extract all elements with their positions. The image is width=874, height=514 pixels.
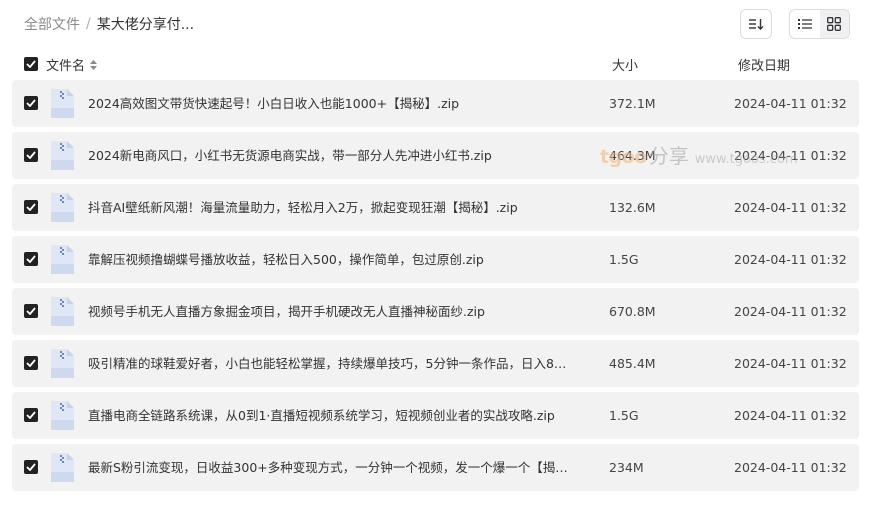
breadcrumb-root-link[interactable]: 全部文件 [24,14,80,34]
file-name[interactable]: 2024新电商风口，小红书无货源电商实战，带一部分人先冲进小红书.zip [88,132,492,179]
file-row[interactable]: 抖音AI壁纸新风潮！海量流量助力，轻松月入2万，掀起变现狂潮【揭秘】.zip 1… [12,184,859,231]
file-modified-date: 2024-04-11 01:32 [734,356,847,371]
file-size: 234M [609,460,644,475]
checkbox-checked-icon [26,203,36,211]
file-row[interactable]: 2024新电商风口，小红书无货源电商实战，带一部分人先冲进小红书.zip 464… [12,132,859,179]
grid-view-icon [827,17,842,31]
row-checkbox[interactable] [24,252,38,266]
file-row[interactable]: 直播电商全链路系统课，从0到1·直播短视频系统学习，短视频创业者的实战攻略.zi… [12,392,859,439]
file-name[interactable]: 视频号手机无人直播方象掘金项目，揭开手机硬改无人直播神秘面纱.zip [88,288,485,335]
column-header-name-label: 文件名 [46,59,86,74]
zip-file-icon [51,89,74,118]
checkbox-checked-icon [26,463,36,471]
breadcrumb-separator: / [86,16,91,32]
breadcrumb-current: 某大佬分享付... [96,17,195,33]
zip-file-icon [51,141,74,170]
row-checkbox[interactable] [24,96,38,110]
view-toggle-group [789,9,850,39]
sort-button[interactable] [740,9,772,39]
file-row[interactable]: 视频号手机无人直播方象掘金项目，揭开手机硬改无人直播神秘面纱.zip 670.8… [12,288,859,335]
list-view-button[interactable] [790,10,820,38]
file-modified-date: 2024-04-11 01:32 [734,96,847,111]
zip-file-icon [51,297,74,326]
row-checkbox[interactable] [24,148,38,162]
file-name[interactable]: 吸引精准的球鞋爱好者，小白也能轻松掌握，持续爆单技巧，5分钟一条作品，日入800… [88,340,568,387]
checkbox-checked-icon [26,411,36,419]
zip-file-icon [51,401,74,430]
file-row[interactable]: 最新S粉引流变现，日收益300+多种变现方式，一分钟一个视频，发一个爆一个【揭秘… [12,444,859,491]
sort-caret-icon [90,59,98,70]
checkbox-checked-icon [26,151,36,159]
row-checkbox[interactable] [24,200,38,214]
file-size: 1.5G [609,408,639,423]
breadcrumb: 全部文件 / 某大佬分享付... [24,15,194,33]
sort-icon [749,19,764,30]
column-header-size[interactable]: 大小 [612,55,638,74]
zip-file-icon [51,349,74,378]
file-modified-date: 2024-04-11 01:32 [734,408,847,423]
file-size: 485.4M [609,356,656,371]
file-size: 372.1M [609,96,656,111]
row-checkbox[interactable] [24,304,38,318]
row-checkbox[interactable] [24,408,38,422]
row-checkbox[interactable] [24,356,38,370]
file-size: 1.5G [609,252,639,267]
file-name[interactable]: 2024高效图文带货快速起号！小白日收入也能1000+【揭秘】.zip [88,80,459,127]
file-list-header: 文件名 大小 修改日期 [24,55,844,74]
file-list: 2024高效图文带货快速起号！小白日收入也能1000+【揭秘】.zip 372.… [12,80,859,496]
file-row[interactable]: 靠解压视频撸蝴蝶号播放收益，轻松日入500，操作简单，包过原创.zip 1.5G… [12,236,859,283]
grid-view-button[interactable] [819,10,849,38]
file-modified-date: 2024-04-11 01:32 [734,304,847,319]
file-modified-date: 2024-04-11 01:32 [734,148,847,163]
file-name[interactable]: 靠解压视频撸蝴蝶号播放收益，轻松日入500，操作简单，包过原创.zip [88,236,484,283]
column-header-date[interactable]: 修改日期 [738,55,790,74]
file-name[interactable]: 最新S粉引流变现，日收益300+多种变现方式，一分钟一个视频，发一个爆一个【揭秘… [88,444,568,491]
file-modified-date: 2024-04-11 01:32 [734,252,847,267]
zip-file-icon [51,245,74,274]
file-size: 464.3M [609,148,656,163]
zip-file-icon [51,193,74,222]
checkbox-checked-icon [26,60,36,68]
file-name[interactable]: 抖音AI壁纸新风潮！海量流量助力，轻松月入2万，掀起变现狂潮【揭秘】.zip [88,184,518,231]
checkbox-checked-icon [26,307,36,315]
zip-file-icon [51,453,74,482]
file-name[interactable]: 直播电商全链路系统课，从0到1·直播短视频系统学习，短视频创业者的实战攻略.zi… [88,392,555,439]
checkbox-checked-icon [26,359,36,367]
file-modified-date: 2024-04-11 01:32 [734,460,847,475]
file-modified-date: 2024-04-11 01:32 [734,200,847,215]
checkbox-checked-icon [26,255,36,263]
file-size: 670.8M [609,304,656,319]
row-checkbox[interactable] [24,460,38,474]
list-view-icon [797,19,812,29]
file-size: 132.6M [609,200,656,215]
select-all-checkbox[interactable] [24,57,38,71]
checkbox-checked-icon [26,99,36,107]
file-row[interactable]: 吸引精准的球鞋爱好者，小白也能轻松掌握，持续爆单技巧，5分钟一条作品，日入800… [12,340,859,387]
file-row[interactable]: 2024高效图文带货快速起号！小白日收入也能1000+【揭秘】.zip 372.… [12,80,859,127]
column-header-name[interactable]: 文件名 [46,55,98,74]
